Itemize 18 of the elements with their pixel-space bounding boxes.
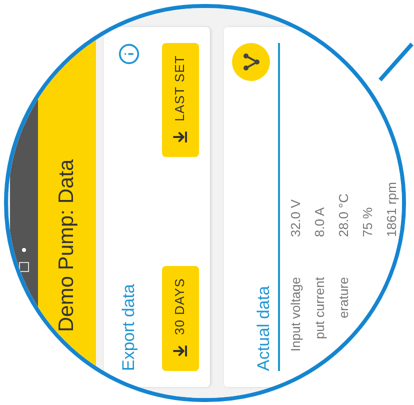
info-icon[interactable] — [118, 43, 140, 65]
data-value: 1861 rpm — [383, 182, 400, 237]
export-button[interactable]: LAST SET — [162, 43, 198, 158]
card-title: Actual data — [252, 286, 274, 371]
data-value: 28.0 °C — [335, 193, 352, 237]
data-label: put current — [311, 277, 328, 340]
export-button[interactable]: 30 DAYS — [162, 266, 198, 371]
page-title: Demo Pump: Data — [54, 159, 80, 332]
status-box-icon — [19, 262, 29, 272]
data-label: erature — [335, 277, 352, 318]
data-value: 8.0 A — [311, 207, 328, 237]
card-title: Export data — [118, 284, 139, 371]
nodes-icon[interactable] — [232, 43, 270, 81]
data-value: 32.0 V — [287, 199, 304, 237]
data-label: Input voltage — [287, 277, 304, 352]
download-icon — [172, 129, 188, 146]
download-icon — [172, 343, 188, 359]
data-value: 75 % — [359, 207, 376, 237]
